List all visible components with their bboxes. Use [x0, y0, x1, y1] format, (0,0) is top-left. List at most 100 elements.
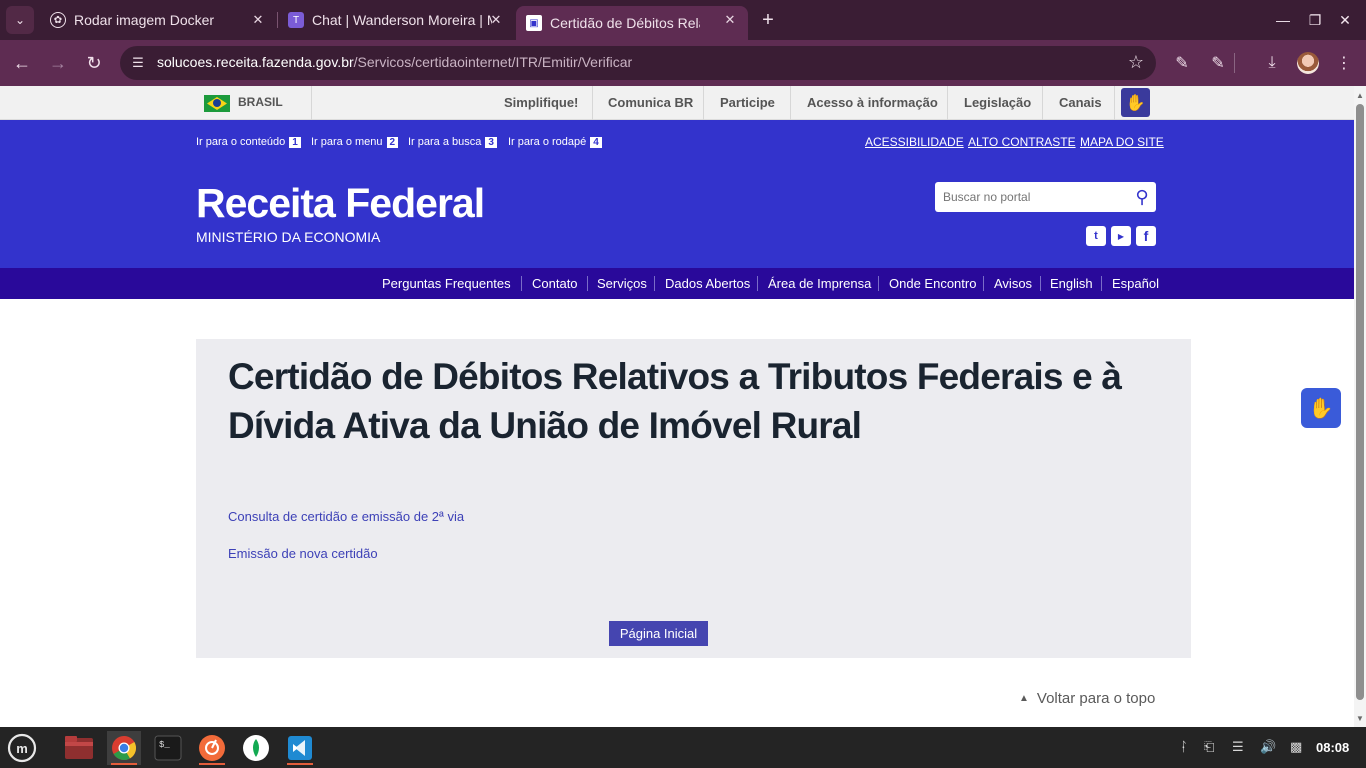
tab-title: Rodar imagem Docker — [74, 12, 215, 28]
nav-item-espanol[interactable]: Español — [1112, 276, 1159, 291]
site-info-icon[interactable]: ☰ — [128, 53, 148, 73]
consulta-certidao-link[interactable]: Consulta de certidão e emissão de 2ª via — [228, 509, 464, 524]
vscode-icon[interactable] — [283, 731, 317, 765]
keyboard-layout-icon[interactable]: ⎗ — [1204, 739, 1214, 755]
content-panel: Certidão de Débitos Relativos a Tributos… — [196, 339, 1191, 658]
receita-icon: ▣ — [526, 15, 542, 31]
arrow-up-icon: ▲ — [1019, 693, 1029, 704]
battery-icon[interactable]: ▩ — [1290, 739, 1302, 755]
nav-item-dados-abertos[interactable]: Dados Abertos — [665, 276, 750, 291]
ministry-subtitle: MINISTÉRIO DA ECONOMIA — [196, 229, 381, 245]
nav-item-avisos[interactable]: Avisos — [994, 276, 1032, 291]
close-tab-icon[interactable]: ✕ — [486, 10, 506, 30]
address-bar[interactable]: ☰ solucoes.receita.fazenda.gov.br/Servic… — [120, 46, 1156, 80]
download-icon[interactable]: ⤓ — [1258, 49, 1286, 77]
reload-icon[interactable]: ↻ — [80, 49, 108, 77]
nav-item-english[interactable]: English — [1050, 276, 1093, 291]
gov-link-canais[interactable]: Canais — [1059, 95, 1102, 110]
search-icon[interactable]: ⚲ — [1130, 185, 1154, 209]
menu-kebab-icon[interactable]: ⋮ — [1330, 49, 1358, 77]
skip-link-content[interactable]: Ir para o conteúdo 1 — [196, 136, 301, 148]
skip-link-menu[interactable]: Ir para o menu 2 — [311, 136, 399, 148]
forward-arrow-icon[interactable]: → — [44, 49, 72, 77]
bookmark-star-icon[interactable]: ☆ — [1128, 52, 1144, 73]
divider — [592, 86, 593, 120]
extensions-icon[interactable]: ✎ — [1204, 49, 1232, 77]
high-contrast-link[interactable]: ALTO CONTRASTE — [968, 135, 1076, 149]
volume-icon[interactable]: 🔊 — [1260, 739, 1276, 755]
search-input[interactable] — [935, 182, 1125, 212]
teams-icon: T — [288, 12, 304, 28]
svg-text:m: m — [16, 741, 28, 756]
terminal-icon[interactable]: $_ — [151, 731, 185, 765]
skip-link-search[interactable]: Ir para a busca 3 — [408, 136, 497, 148]
divider — [757, 276, 758, 291]
wifi-icon[interactable]: ☰ — [1232, 739, 1244, 755]
nav-item-contato[interactable]: Contato — [532, 276, 578, 291]
tab-search-dropdown-icon[interactable]: ⌄ — [6, 6, 34, 34]
divider — [983, 276, 984, 291]
mongodb-compass-icon[interactable] — [239, 731, 273, 765]
new-tab-icon[interactable]: + — [756, 8, 780, 32]
tab-title: Certidão de Débitos Relativos — [550, 15, 700, 31]
scrollbar-thumb[interactable] — [1356, 104, 1364, 700]
back-to-top-link[interactable]: ▲ Voltar para o topo — [1019, 690, 1155, 707]
page-scrollbar[interactable]: ▲ ▼ — [1354, 86, 1366, 727]
accessibility-link[interactable]: ACESSIBILIDADE — [865, 135, 964, 149]
bluetooth-icon[interactable]: ᛛ — [1180, 739, 1188, 754]
divider — [1114, 86, 1115, 120]
skip-link-footer[interactable]: Ir para o rodapé 4 — [508, 136, 602, 148]
page-title: Certidão de Débitos Relativos a Tributos… — [228, 356, 1122, 446]
site-title[interactable]: Receita Federal — [196, 180, 485, 227]
pen-icon[interactable]: ✎ — [1168, 49, 1196, 77]
gov-link-acesso[interactable]: Acesso à informação — [807, 95, 938, 110]
clock[interactable]: 08:08 — [1316, 740, 1349, 755]
tab-teams[interactable]: T Chat | Wanderson Moreira | Microsoft T… — [278, 6, 514, 34]
gov-link-simplifique[interactable]: Simplifique! — [504, 95, 578, 110]
tab-title: Chat | Wanderson Moreira | Microsoft Tea… — [312, 12, 492, 28]
mint-menu-icon[interactable]: m — [5, 731, 39, 765]
nav-item-servicos[interactable]: Serviços — [597, 276, 647, 291]
divider — [878, 276, 879, 291]
divider — [947, 86, 948, 120]
svg-text:$_: $_ — [159, 740, 170, 750]
active-indicator — [199, 763, 225, 765]
youtube-icon[interactable]: ▶ — [1111, 226, 1131, 246]
active-indicator — [111, 763, 137, 765]
chrome-icon[interactable] — [107, 731, 141, 765]
nav-item-onde-encontro[interactable]: Onde Encontro — [889, 276, 976, 291]
back-arrow-icon[interactable]: ← — [8, 49, 36, 77]
tab-docker[interactable]: ✿ Rodar imagem Docker ✕ — [40, 6, 276, 34]
twitter-icon[interactable]: t — [1086, 226, 1106, 246]
nav-item-faq[interactable]: Perguntas Frequentes — [382, 276, 511, 291]
gov-link-participe[interactable]: Participe — [720, 95, 775, 110]
maximize-icon[interactable]: ❐ — [1303, 8, 1327, 32]
divider — [703, 86, 704, 120]
main-nav: Perguntas Frequentes Contato Serviços Da… — [0, 268, 1354, 299]
scroll-down-icon[interactable]: ▼ — [1354, 711, 1366, 725]
vlibras-widget-icon[interactable]: ✋ — [1301, 388, 1341, 428]
nav-item-imprensa[interactable]: Área de Imprensa — [768, 276, 871, 291]
brasil-link[interactable]: BRASIL — [238, 95, 283, 109]
postman-icon[interactable] — [195, 731, 229, 765]
close-tab-icon[interactable]: ✕ — [720, 10, 740, 30]
sitemap-link[interactable]: MAPA DO SITE — [1080, 135, 1164, 149]
files-icon[interactable] — [62, 731, 96, 765]
close-tab-icon[interactable]: ✕ — [248, 10, 268, 30]
site-header: Ir para o conteúdo 1 Ir para o menu 2 Ir p… — [0, 120, 1354, 268]
facebook-icon[interactable]: f — [1136, 226, 1156, 246]
toolbar-divider — [1234, 53, 1235, 73]
close-window-icon[interactable]: ✕ — [1333, 8, 1357, 32]
emissao-certidao-link[interactable]: Emissão de nova certidão — [228, 546, 378, 561]
tab-certidao[interactable]: ▣ Certidão de Débitos Relativos ✕ — [516, 6, 748, 40]
gov-link-comunica[interactable]: Comunica BR — [608, 95, 693, 110]
profile-avatar[interactable] — [1297, 52, 1319, 74]
home-button[interactable]: Página Inicial — [609, 621, 708, 646]
minimize-icon[interactable]: — — [1271, 8, 1295, 32]
divider — [1042, 86, 1043, 120]
scroll-up-icon[interactable]: ▲ — [1354, 88, 1366, 102]
portal-search: ⚲ — [935, 182, 1156, 212]
browser-tab-bar: ⌄ ✿ Rodar imagem Docker ✕ T Chat | Wande… — [0, 0, 1366, 40]
gov-link-legislacao[interactable]: Legislação — [964, 95, 1031, 110]
sign-language-icon[interactable]: ✋ — [1121, 88, 1150, 117]
